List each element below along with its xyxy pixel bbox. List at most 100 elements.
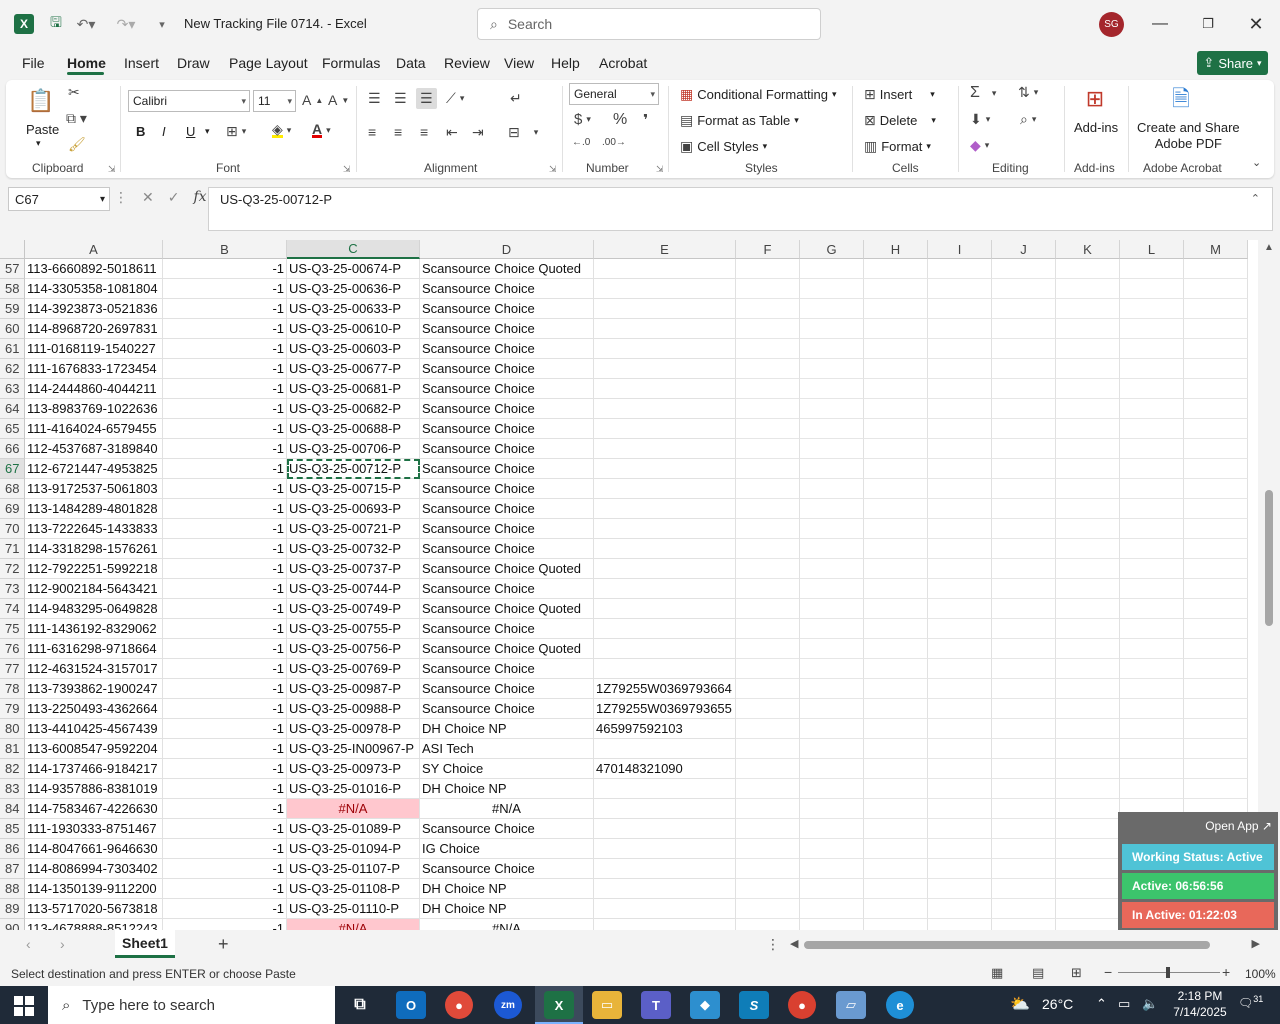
cell-l[interactable]: [1120, 659, 1184, 679]
row-header[interactable]: 60: [0, 319, 25, 339]
row-header[interactable]: 68: [0, 479, 25, 499]
insert-cells-button[interactable]: ⊞ Insert ▾: [864, 86, 935, 103]
cell-g[interactable]: [800, 279, 864, 299]
cell-k[interactable]: [1056, 299, 1120, 319]
cell-k[interactable]: [1056, 839, 1120, 859]
cell-i[interactable]: [928, 759, 992, 779]
row-header[interactable]: 69: [0, 499, 25, 519]
cell-d[interactable]: Scansource Choice: [420, 679, 594, 699]
cell-g[interactable]: [800, 359, 864, 379]
tab-formulas[interactable]: Formulas: [322, 55, 380, 71]
cell-h[interactable]: [864, 399, 928, 419]
cell-g[interactable]: [800, 919, 864, 930]
cell-a[interactable]: 114-7583467-4226630: [25, 799, 163, 819]
cell-e[interactable]: [594, 279, 736, 299]
cell-g[interactable]: [800, 599, 864, 619]
cell-d[interactable]: Scansource Choice: [420, 659, 594, 679]
outlook-icon[interactable]: O: [396, 991, 426, 1019]
cell-l[interactable]: [1120, 359, 1184, 379]
cell-g[interactable]: [800, 739, 864, 759]
cell-k[interactable]: [1056, 619, 1120, 639]
cell-f[interactable]: [736, 879, 800, 899]
row-header[interactable]: 82: [0, 759, 25, 779]
cell-i[interactable]: [928, 399, 992, 419]
cell-i[interactable]: [928, 579, 992, 599]
cell-k[interactable]: [1056, 879, 1120, 899]
cell-b[interactable]: -1: [163, 359, 287, 379]
cell-m[interactable]: [1184, 259, 1248, 279]
cell-j[interactable]: [992, 499, 1056, 519]
cell-j[interactable]: [992, 419, 1056, 439]
cell-d[interactable]: Scansource Choice: [420, 439, 594, 459]
cell-f[interactable]: [736, 739, 800, 759]
cell-a[interactable]: 114-1350139-9112200: [25, 879, 163, 899]
cell-m[interactable]: [1184, 319, 1248, 339]
taskbar-clock[interactable]: 2:18 PM 7/14/2025: [1170, 988, 1230, 1020]
cell-styles-button[interactable]: ▣ Cell Styles ▾: [680, 138, 767, 155]
cell-c[interactable]: US-Q3-25-00706-P: [287, 439, 420, 459]
cell-i[interactable]: [928, 679, 992, 699]
cell-m[interactable]: [1184, 299, 1248, 319]
cell-h[interactable]: [864, 619, 928, 639]
cell-k[interactable]: [1056, 279, 1120, 299]
cell-c[interactable]: US-Q3-25-00603-P: [287, 339, 420, 359]
cell-m[interactable]: [1184, 559, 1248, 579]
cell-k[interactable]: [1056, 259, 1120, 279]
cell-a[interactable]: 112-9002184-5643421: [25, 579, 163, 599]
cell-m[interactable]: [1184, 739, 1248, 759]
cell-c[interactable]: US-Q3-25-00674-P: [287, 259, 420, 279]
cell-d[interactable]: Scansource Choice: [420, 619, 594, 639]
cell-f[interactable]: [736, 699, 800, 719]
cell-h[interactable]: [864, 359, 928, 379]
cell-b[interactable]: -1: [163, 439, 287, 459]
cell-f[interactable]: [736, 339, 800, 359]
cell-m[interactable]: [1184, 459, 1248, 479]
cell-m[interactable]: [1184, 499, 1248, 519]
cell-d[interactable]: Scansource Choice: [420, 279, 594, 299]
adobe-pdf-icon[interactable]: 🗎: [1166, 86, 1196, 116]
cell-e[interactable]: [594, 739, 736, 759]
cell-g[interactable]: [800, 459, 864, 479]
more-options-icon[interactable]: ⋮: [114, 189, 128, 206]
excel-taskbar-icon[interactable]: X: [544, 991, 574, 1019]
cell-i[interactable]: [928, 719, 992, 739]
row-header[interactable]: 76: [0, 639, 25, 659]
cell-d[interactable]: Scansource Choice Quoted: [420, 559, 594, 579]
cell-c[interactable]: US-Q3-25-IN00967-P: [287, 739, 420, 759]
cell-c[interactable]: US-Q3-25-00978-P: [287, 719, 420, 739]
cell-b[interactable]: -1: [163, 339, 287, 359]
cell-e[interactable]: 465997592103: [594, 719, 736, 739]
cut-icon[interactable]: ✂: [68, 84, 80, 101]
row-header[interactable]: 59: [0, 299, 25, 319]
cell-c[interactable]: US-Q3-25-01108-P: [287, 879, 420, 899]
cell-f[interactable]: [736, 839, 800, 859]
cell-j[interactable]: [992, 619, 1056, 639]
cell-k[interactable]: [1056, 419, 1120, 439]
row-header[interactable]: 81: [0, 739, 25, 759]
cell-i[interactable]: [928, 459, 992, 479]
cell-k[interactable]: [1056, 399, 1120, 419]
cell-c[interactable]: US-Q3-25-00715-P: [287, 479, 420, 499]
cell-l[interactable]: [1120, 399, 1184, 419]
cell-a[interactable]: 113-7222645-1433833: [25, 519, 163, 539]
align-top-icon[interactable]: ☰: [368, 90, 381, 107]
cell-i[interactable]: [928, 319, 992, 339]
row-header[interactable]: 77: [0, 659, 25, 679]
cell-k[interactable]: [1056, 379, 1120, 399]
cell-m[interactable]: [1184, 359, 1248, 379]
cell-e[interactable]: [594, 559, 736, 579]
cell-h[interactable]: [864, 679, 928, 699]
cell-l[interactable]: [1120, 759, 1184, 779]
cell-d[interactable]: Scansource Choice: [420, 579, 594, 599]
clear-icon[interactable]: ◆ ▾: [970, 137, 989, 154]
cell-i[interactable]: [928, 599, 992, 619]
cell-b[interactable]: -1: [163, 279, 287, 299]
cell-h[interactable]: [864, 919, 928, 930]
share-button[interactable]: ⇪ Share ▾: [1197, 51, 1268, 75]
column-header-m[interactable]: M: [1184, 240, 1248, 259]
minimize-icon[interactable]: —: [1145, 10, 1175, 38]
cell-k[interactable]: [1056, 539, 1120, 559]
cell-h[interactable]: [864, 659, 928, 679]
cell-b[interactable]: -1: [163, 479, 287, 499]
cell-h[interactable]: [864, 439, 928, 459]
